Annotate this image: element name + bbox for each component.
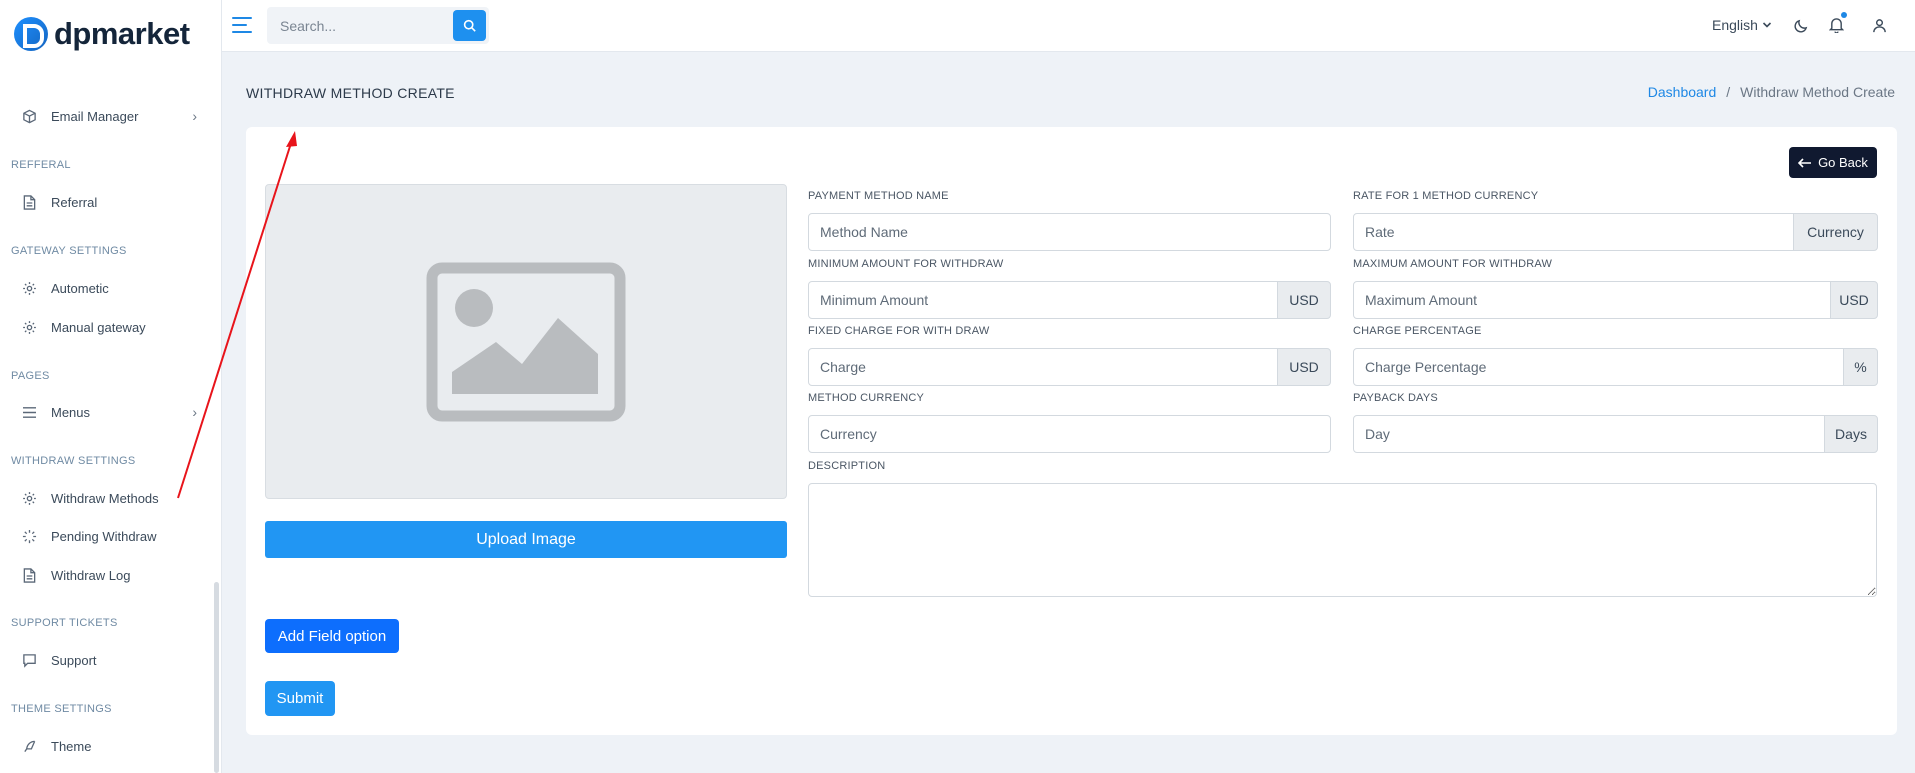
chat-icon [21,652,37,668]
sidebar-item-label: Menus [51,404,91,420]
sidebar-item-referral[interactable]: Referral [21,194,197,210]
sidebar-item-label: Referral [51,194,98,210]
min-amount-input[interactable] [808,281,1278,319]
sidebar-item-support[interactable]: Support [21,652,197,668]
sidebar-item-label: Support [51,652,97,668]
method-name-input[interactable] [808,213,1331,251]
sidebar-item-pending-withdraw[interactable]: Pending Withdraw [21,528,197,544]
sidebar-section-refferal: REFFERAL [11,159,71,171]
topbar: English [222,0,1915,52]
upload-image-button[interactable]: Upload Image [265,521,787,558]
charge-percentage-input[interactable] [1353,348,1844,386]
sidebar-item-label: Theme [51,738,92,754]
sidebar-section-gateway: GATEWAY SETTINGS [11,245,127,257]
brand-name: dpmarket [54,16,190,51]
sidebar-scrollbar[interactable] [214,582,219,773]
image-preview [265,184,787,499]
description-textarea[interactable] [808,483,1877,597]
loader-icon [21,528,37,544]
chevron-right-icon: › [192,108,197,124]
breadcrumb: Dashboard / Withdraw Method Create [1648,84,1895,100]
moon-icon [1794,19,1807,32]
search-input[interactable] [267,7,453,44]
fixed-charge-usd-addon: USD [1277,348,1331,386]
charge-percentage-addon: % [1843,348,1878,386]
sidebar: dpmarket Email Manager › REFFERAL Referr… [0,0,222,773]
fixed-charge-input[interactable] [808,348,1278,386]
description-label: DESCRIPTION [808,460,886,472]
rate-label: RATE FOR 1 METHOD CURRENCY [1353,190,1539,202]
charge-percentage-label: CHARGE PERCENTAGE [1353,325,1482,337]
notifications-button[interactable] [1827,12,1847,34]
method-name-label: PAYMENT METHOD NAME [808,190,949,202]
search-box [267,7,489,44]
payback-days-input[interactable] [1353,415,1825,453]
breadcrumb-separator: / [1726,84,1731,100]
feather-icon [21,738,37,754]
payback-days-addon: Days [1824,415,1878,453]
brand-logo[interactable]: dpmarket [14,14,190,54]
fixed-charge-label: FIXED CHARGE FOR WITH DRAW [808,325,990,337]
logo-mark-icon [14,17,48,51]
user-menu-button[interactable] [1870,16,1888,34]
sidebar-item-label: Withdraw Methods [51,490,159,506]
gear-icon [21,280,37,296]
bell-icon [1828,18,1844,33]
sidebar-section-pages: PAGES [11,370,50,382]
max-amount-label: MAXIMUM AMOUNT FOR WITHDRAW [1353,258,1553,270]
list-icon [21,404,37,420]
min-amount-usd-addon: USD [1277,281,1331,319]
sidebar-item-label: Withdraw Log [51,567,131,583]
go-back-label: Go Back [1818,155,1868,170]
sidebar-item-label: Email Manager [51,108,139,124]
box-icon [21,108,37,124]
arrow-left-icon [1798,157,1812,168]
withdraw-method-form-card: Go Back Upload Image PAYMENT METHOD NAME… [246,127,1897,735]
sidebar-item-label: Pending Withdraw [51,528,157,544]
language-label: English [1712,17,1758,33]
page-title: WITHDRAW METHOD CREATE [246,85,455,101]
sidebar-item-autometic[interactable]: Autometic [21,280,197,296]
submit-button[interactable]: Submit [265,681,335,716]
language-selector[interactable]: English [1712,17,1772,33]
method-currency-input[interactable] [808,415,1331,453]
gear-icon [21,490,37,506]
sidebar-item-email-manager[interactable]: Email Manager › [21,108,197,124]
sidebar-item-menus[interactable]: Menus › [21,404,197,420]
sidebar-section-theme: THEME SETTINGS [11,703,112,715]
method-currency-label: METHOD CURRENCY [808,392,925,404]
chevron-right-icon: › [192,404,197,420]
max-amount-input[interactable] [1353,281,1831,319]
search-button[interactable] [453,10,486,41]
rate-currency-addon: Currency [1793,213,1878,251]
sidebar-item-label: Manual gateway [51,319,146,335]
sidebar-item-manual-gateway[interactable]: Manual gateway [21,319,197,335]
search-icon [463,19,476,32]
chevron-down-icon [1762,22,1771,28]
menu-toggle-icon[interactable] [232,16,252,34]
gear-icon [21,319,37,335]
document-icon [21,567,37,583]
sidebar-item-withdraw-methods[interactable]: Withdraw Methods [21,490,197,506]
notification-dot [1841,12,1847,18]
max-amount-usd-addon: USD [1830,281,1878,319]
sidebar-item-withdraw-log[interactable]: Withdraw Log [21,567,197,583]
dark-mode-toggle[interactable] [1792,16,1810,34]
sidebar-item-theme[interactable]: Theme [21,738,197,754]
add-field-option-button[interactable]: Add Field option [265,619,399,653]
sidebar-section-support: SUPPORT TICKETS [11,617,118,629]
rate-input[interactable] [1353,213,1794,251]
go-back-button[interactable]: Go Back [1789,147,1877,178]
sidebar-item-label: Autometic [51,280,109,296]
user-icon [1872,18,1886,32]
image-placeholder-icon [426,262,626,421]
sidebar-section-withdraw: WITHDRAW SETTINGS [11,455,136,467]
min-amount-label: MINIMUM AMOUNT FOR WITHDRAW [808,258,1004,270]
breadcrumb-dashboard-link[interactable]: Dashboard [1648,84,1717,100]
payback-days-label: PAYBACK DAYS [1353,392,1438,404]
document-icon [21,194,37,210]
breadcrumb-current: Withdraw Method Create [1740,84,1895,100]
